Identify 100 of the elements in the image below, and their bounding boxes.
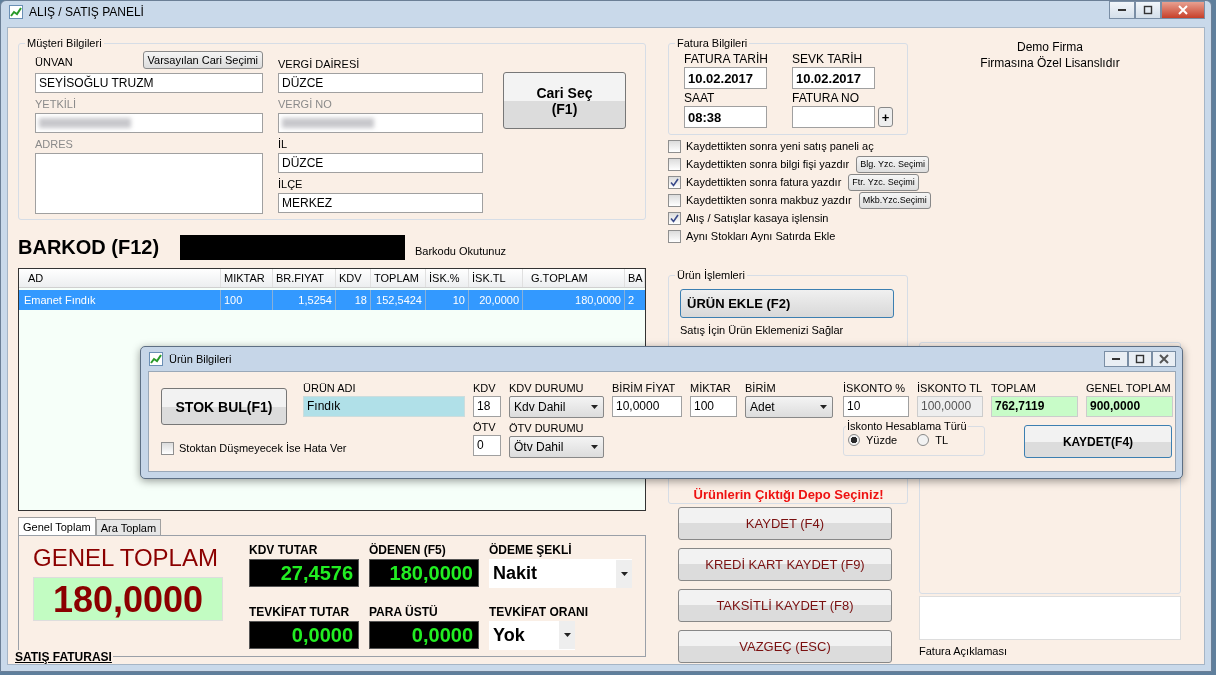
table-cell: 1,5254 [273,290,336,310]
action-button[interactable]: TAKSİTLİ KAYDET (F8) [678,589,892,622]
input-field[interactable]: 10 [843,396,909,417]
minimize-button[interactable] [1109,1,1135,19]
barcode-hint: Barkodu Okutunuz [415,245,507,257]
column-header[interactable]: BR.FIYAT [273,269,336,287]
tab[interactable]: Genel Toplam [18,517,96,535]
action-button[interactable]: KAYDET (F4) [678,507,892,540]
input-field[interactable]: 900,0000 [1086,396,1173,417]
column-header[interactable]: G.TOPLAM [523,269,625,287]
checkbox[interactable] [668,193,681,207]
column-header[interactable]: İSK.% [426,269,469,287]
input-field[interactable]: DÜZCE [278,73,483,93]
input-field[interactable] [278,113,483,133]
field-label: PARA ÜSTÜ [369,603,439,621]
caret-icon [591,445,598,449]
field-label: VERGİ DAİRESİ [278,57,361,72]
printer-select-button[interactable]: Blg. Yzc. Seçimi [856,155,930,173]
input-field[interactable]: 762,7119 [991,396,1078,417]
dropdown[interactable]: Ötv Dahil [509,436,604,458]
input-field[interactable]: 0 [473,435,501,456]
field-label: GENEL TOPLAM [1086,381,1172,396]
input-field[interactable]: SEYİSOĞLU TRUZM [35,73,263,93]
input-field[interactable]: 10,0000 [612,396,682,417]
chart-icon [9,5,23,19]
field-label: VERGİ NO [278,97,333,112]
group-title: Ürün İşlemleri [675,269,747,281]
radio-button[interactable] [848,434,860,446]
field-label: SAAT [684,90,716,106]
field-label: BİRİM [745,381,777,396]
barcode-field[interactable] [180,234,405,260]
input-field[interactable]: 100 [690,396,737,417]
input-field[interactable]: 18 [473,396,501,417]
input-field[interactable] [35,113,263,133]
select-account-button[interactable]: Cari Seç (F1) [503,72,626,129]
table-cell: 20,0000 [469,290,523,310]
field-label: YETKİLİ [35,97,77,112]
notes-field[interactable] [919,596,1181,640]
radio-button[interactable] [917,434,930,446]
amount-display: 180,0000 [369,559,479,587]
find-stock-button[interactable]: STOK BUL(F1) [161,388,287,425]
amount-display: 0,0000 [249,620,359,649]
column-header[interactable]: AD [19,269,221,287]
amount-display: 27,4576 [249,559,359,587]
checkbox[interactable] [668,211,681,225]
dropdown[interactable]: Nakit [489,559,632,588]
action-button[interactable]: VAZGEÇ (ESC) [678,630,892,663]
column-header[interactable]: BA [625,269,645,287]
checkbox[interactable] [668,139,681,153]
dropdown[interactable]: Adet [745,396,833,418]
field-label: ÖDENEN (F5) [369,542,447,559]
close-button[interactable] [1152,351,1176,367]
input-field[interactable]: 10.02.2017 [684,67,767,89]
column-header[interactable]: İSK.TL [469,269,523,287]
add-button[interactable]: + [878,107,893,127]
printer-select-button[interactable]: Ftr. Yzc. Seçimi [848,173,919,191]
input-field[interactable] [792,106,875,128]
field-label: İLÇE [278,177,304,192]
maximize-button[interactable] [1128,351,1152,367]
column-header[interactable]: TOPLAM [371,269,426,287]
column-header[interactable]: MIKTAR [221,269,273,287]
tab[interactable]: Ara Toplam [95,519,162,535]
input-field[interactable]: MERKEZ [278,193,483,213]
checkbox-label: Kaydettikten sonra makbuz yazdır [686,194,852,206]
field-label: KDV DURUMU [509,381,585,396]
hint-text: Satış İçin Ürün Eklemenizi Sağlar [680,324,845,336]
dropdown[interactable]: Kdv Dahil [509,396,604,418]
add-product-button[interactable]: ÜRÜN EKLE (F2) [680,289,894,318]
maximize-button[interactable] [1135,1,1161,19]
maximize-icon [1135,354,1145,364]
field-label: ÖDEME ŞEKLİ [489,542,573,559]
input-field[interactable]: DÜZCE [278,153,483,173]
action-button[interactable]: KREDİ KART KAYDET (F9) [678,548,892,581]
amount-display: 0,0000 [369,620,479,649]
checkbox[interactable] [161,441,174,455]
field-label: İL [278,137,289,152]
field-label: ÖTV DURUMU [509,421,585,436]
text-area[interactable] [35,153,263,214]
table-cell: 100 [221,290,273,310]
input-field[interactable]: 08:38 [684,106,767,128]
grand-total-label: GENEL TOPLAM [33,544,219,572]
field-label: TEVKİFAT ORANI [489,603,590,621]
save-button[interactable]: KAYDET(F4) [1024,425,1172,458]
column-header[interactable]: KDV [336,269,371,287]
minimize-button[interactable] [1104,351,1128,367]
checkbox[interactable] [668,157,681,171]
field-label: MİKTAR [690,381,732,396]
notes-label: Fatura Açıklaması [919,645,1009,657]
default-account-button[interactable]: Varsayılan Cari Seçimi [142,51,263,69]
close-button[interactable] [1161,1,1205,19]
printer-select-button[interactable]: Mkb.Yzc.Seçimi [858,191,931,209]
chart-icon [149,352,163,366]
input-field[interactable]: 10.02.2017 [792,67,875,89]
checkbox-label: Kaydettikten sonra fatura yazdır [686,176,842,188]
dropdown[interactable]: Yok [489,620,575,650]
input-field[interactable]: Fındık [303,396,465,417]
checkbox[interactable] [668,229,681,243]
checkbox[interactable] [668,175,681,189]
caret-icon [563,633,571,637]
caret-icon [820,405,827,409]
